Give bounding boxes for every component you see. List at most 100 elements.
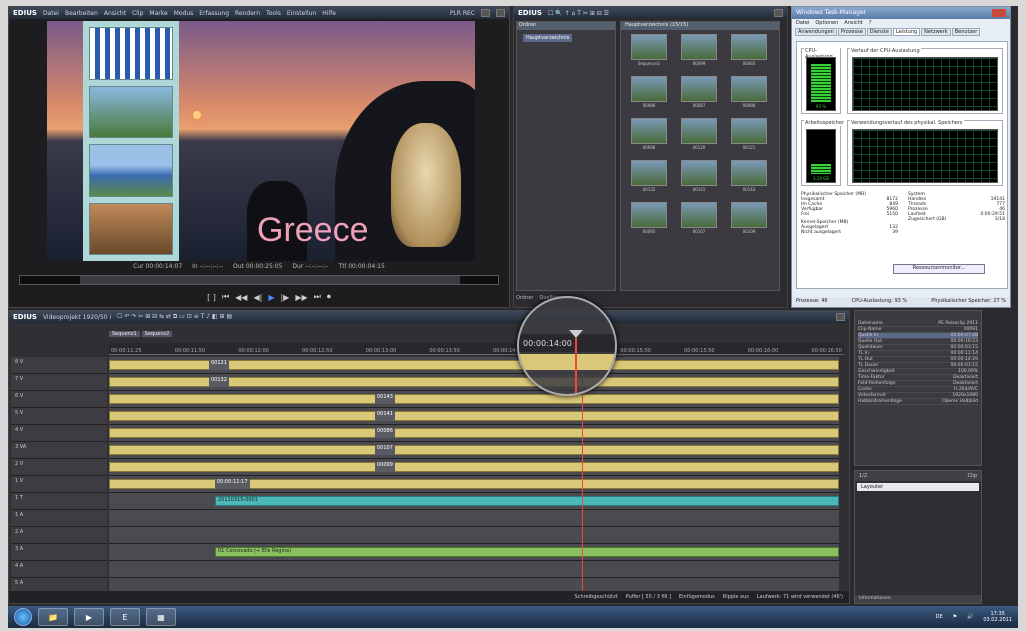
record-icon[interactable]: ⏺ <box>327 292 331 302</box>
layer-row[interactable]: Layouter <box>857 483 979 491</box>
explorer-taskbar-icon[interactable]: 📁 <box>38 608 68 626</box>
track-header[interactable]: 6 V <box>11 391 107 408</box>
clip-thumbnail[interactable]: 00120 <box>677 118 721 158</box>
track-header[interactable]: 7 V <box>11 374 107 391</box>
video-clip[interactable] <box>109 428 839 438</box>
layer-footer[interactable]: Informationen <box>855 595 981 603</box>
set-in-icon[interactable]: [ ] <box>207 293 216 302</box>
clip-label[interactable]: 00:00:11:17 <box>215 479 250 489</box>
clip-thumbnail[interactable]: 00088 <box>727 76 771 116</box>
clip-thumbnail[interactable]: 00143 <box>727 160 771 200</box>
tab-anwendungen[interactable]: Anwendungen <box>795 28 837 36</box>
video-clip[interactable] <box>109 462 839 472</box>
track-header[interactable]: 4 V <box>11 425 107 442</box>
track-lane[interactable] <box>109 527 839 544</box>
clip-thumbnail[interactable]: Sequence1 <box>627 34 671 74</box>
menu-einstellungen[interactable]: Einstellun <box>287 10 316 17</box>
tab-sequenz2[interactable]: Sequenz2 <box>141 331 173 337</box>
status-ripple[interactable]: Ripple aus <box>723 594 749 600</box>
tab-dienste[interactable]: Dienste <box>866 28 892 36</box>
video-clip[interactable] <box>109 411 839 421</box>
clip-label[interactable]: 00099 <box>375 462 395 472</box>
mode-toggle[interactable]: PLR REC <box>450 10 475 17</box>
track-lane[interactable]: 00143 <box>109 391 839 408</box>
track-lane[interactable]: 00141 <box>109 408 839 425</box>
start-button[interactable] <box>14 608 32 626</box>
menu-marke[interactable]: Marke <box>149 10 167 17</box>
tab-sequenz1[interactable]: Sequenz1 <box>109 331 140 337</box>
language-indicator[interactable]: DE <box>936 614 943 620</box>
track-lane[interactable] <box>109 510 839 527</box>
clip-thumbnail[interactable]: 00083 <box>727 34 771 74</box>
track-header[interactable]: 3 A <box>11 544 107 561</box>
clip-thumbnail[interactable]: 00095 <box>627 202 671 242</box>
video-clip[interactable] <box>109 394 839 404</box>
track-lane[interactable] <box>109 561 839 578</box>
track-header[interactable]: 8 V <box>11 357 107 374</box>
tree-root-folder[interactable]: Hauptverzeichnis <box>523 34 573 42</box>
track-header[interactable]: 2 A <box>11 527 107 544</box>
frame-forward-icon[interactable]: |▶ <box>280 293 289 302</box>
track-header[interactable]: 1 A <box>11 510 107 527</box>
rewind-icon[interactable]: ⏮ <box>222 292 229 302</box>
tm-menu-optionen[interactable]: Optionen <box>815 20 838 26</box>
track-lane[interactable]: 00107 <box>109 442 839 459</box>
menu-hilfe[interactable]: Hilfe <box>322 10 336 17</box>
fast-forward-icon[interactable]: ▶▶ <box>295 293 307 302</box>
close-icon[interactable] <box>774 9 783 17</box>
clock[interactable]: 17:35 03.02.2011 <box>983 611 1012 623</box>
media-taskbar-icon[interactable]: ▶ <box>74 608 104 626</box>
tm-menu-help[interactable]: ? <box>869 20 872 26</box>
track-lane[interactable]: 00132 <box>109 374 839 391</box>
clip-label[interactable]: 00121 <box>209 360 229 370</box>
title-clip[interactable]: 20110315-0001 <box>215 496 839 506</box>
minimize-icon[interactable] <box>481 9 490 17</box>
clip-thumbnail[interactable]: 00132 <box>627 160 671 200</box>
tab-prozesse[interactable]: Prozesse <box>837 28 866 36</box>
track-header[interactable]: 4 A <box>11 561 107 578</box>
track-lane[interactable]: 00099 <box>109 459 839 476</box>
clip-label[interactable]: 00132 <box>209 377 229 387</box>
resource-monitor-button[interactable]: Ressourcenmonitor... <box>893 264 985 274</box>
audio-clip[interactable]: 01 Corcovado (+ Elis Regina) <box>215 547 839 557</box>
tab-leistung[interactable]: Leistung <box>892 28 921 36</box>
menu-datei[interactable]: Datei <box>43 10 59 17</box>
clip-label[interactable]: 00086 <box>375 428 395 438</box>
menu-tools[interactable]: Tools <box>266 10 281 17</box>
info-row[interactable]: Halbbildreihenfolge Oberes Halbbild <box>858 399 978 405</box>
track-header[interactable]: 5 V <box>11 408 107 425</box>
skip-end-icon[interactable]: ⏭ <box>314 292 321 302</box>
track-lane[interactable]: 00:00:11:17 <box>109 476 839 493</box>
clip-thumbnail[interactable]: 00086 <box>627 76 671 116</box>
track-header[interactable]: 1 T <box>11 493 107 510</box>
track-lane[interactable]: 00121 <box>109 357 839 374</box>
track-lane[interactable]: 20110315-0001 <box>109 493 839 510</box>
video-clip[interactable] <box>109 445 839 455</box>
menu-bearbeiten[interactable]: Bearbeiten <box>65 10 98 17</box>
frame-back-icon[interactable]: ◀| <box>253 293 262 302</box>
track-lane[interactable]: 01 Corcovado (+ Elis Regina) <box>109 544 839 561</box>
play-icon[interactable]: ▶ <box>268 293 274 302</box>
flag-icon[interactable]: ⚑ <box>953 614 957 620</box>
clip-label[interactable]: 00141 <box>375 411 395 421</box>
tm-menu-datei[interactable]: Datei <box>796 20 809 26</box>
clip-thumbnail[interactable]: 00099 <box>677 34 721 74</box>
track-lane[interactable]: 00086 <box>109 425 839 442</box>
taskmgr-taskbar-icon[interactable]: ▦ <box>146 608 176 626</box>
tab-netzwerk[interactable]: Netzwerk <box>921 28 951 36</box>
clip-thumbnail[interactable]: 00109 <box>727 202 771 242</box>
clip-thumbnail[interactable]: 00087 <box>677 76 721 116</box>
menu-ansicht[interactable]: Ansicht <box>104 10 126 17</box>
volume-icon[interactable]: 🔊 <box>967 614 973 620</box>
clip-label[interactable]: 00107 <box>375 445 395 455</box>
close-icon[interactable] <box>836 313 845 321</box>
clip-thumbnail[interactable]: 00141 <box>677 160 721 200</box>
tab-ordner[interactable]: Ordner <box>516 295 533 305</box>
seek-bar[interactable] <box>19 275 499 285</box>
menu-rendern[interactable]: Rendern <box>235 10 260 17</box>
close-icon[interactable] <box>496 9 505 17</box>
clip-thumbnail[interactable]: 00121 <box>727 118 771 158</box>
menu-erfassung[interactable]: Erfassung <box>199 10 229 17</box>
step-back-icon[interactable]: ◀◀ <box>235 293 247 302</box>
status-insert-mode[interactable]: Einfügemodus <box>679 594 715 600</box>
